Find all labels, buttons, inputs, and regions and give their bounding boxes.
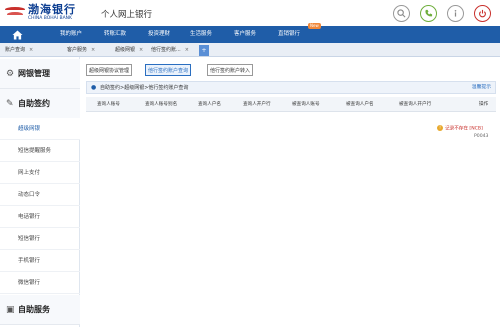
nav-my-account[interactable]: 我的账户 xyxy=(60,26,82,43)
tab-super-ebank[interactable]: 超级网银 × xyxy=(115,45,143,56)
logo-name-en: CHINA BOHAI BANK xyxy=(28,16,72,21)
header: 渤海银行 CHINA BOHAI BANK 个人网上银行 xyxy=(0,0,500,26)
close-icon[interactable]: × xyxy=(139,47,143,53)
subtab-other-bank-query[interactable]: 他行签约账户查询 xyxy=(145,64,192,76)
edit-icon: ✎ xyxy=(6,98,14,109)
tab-label: 超级网银 xyxy=(115,47,136,53)
sidebar-group-label: 自助签约 xyxy=(18,99,50,108)
info-icon[interactable] xyxy=(447,5,464,22)
close-icon[interactable]: × xyxy=(29,47,33,53)
nav-investment[interactable]: 投资理财 xyxy=(148,26,170,43)
sidebar-group-self-service[interactable]: ▣ 自助服务 xyxy=(0,295,80,325)
nav-customer-service[interactable]: 客户服务 xyxy=(234,26,256,43)
close-icon[interactable]: × xyxy=(185,47,189,53)
sidebar-item-sms-bank[interactable]: 短信银行 xyxy=(0,228,80,250)
column-header: 查询人户名 xyxy=(198,102,221,107)
location-pin-icon: ● xyxy=(91,84,97,91)
sidebar: ⚙ 网银管理 ✎ 自助签约 超级网银 短信提醒服务 网上支付 动态口令 电话银行… xyxy=(0,57,80,327)
breadcrumb: 自助签约>超级网银>他行签约账户查询 xyxy=(100,85,189,91)
gear-icon: ⚙ xyxy=(6,68,15,79)
sidebar-group-label: 网银管理 xyxy=(18,69,50,78)
nav-transfer[interactable]: 转账汇款 xyxy=(104,26,126,43)
warning-icon: ! xyxy=(437,125,443,131)
sidebar-item-mobile-bank[interactable]: 手机银行 xyxy=(0,250,80,272)
column-header: 查询人账号 xyxy=(97,102,120,107)
tab-label: 账户查询 xyxy=(5,47,26,53)
breadcrumb-bar: ● 自助签约>超级网银>他行签约账户查询 温馨提示 xyxy=(86,81,496,94)
sidebar-item-wechat-bank[interactable]: 微信银行 xyxy=(0,272,80,294)
new-badge: New xyxy=(308,23,321,29)
briefcase-icon: ▣ xyxy=(6,304,15,315)
page: 渤海银行 CHINA BOHAI BANK 个人网上银行 我的账户 转账汇款 投… xyxy=(0,0,500,327)
phone-icon[interactable] xyxy=(420,5,437,22)
tab-account-query[interactable]: 账户查询 × xyxy=(5,45,33,56)
error-text: 记录不存在 [NCB] xyxy=(445,126,483,132)
bank-logo[interactable]: 渤海银行 CHINA BOHAI BANK xyxy=(5,4,76,22)
open-tabs: 账户查询 × 客户服务 × 超级网银 × 他行签约账... × + xyxy=(0,43,500,57)
column-header: 被查询人账号 xyxy=(292,102,320,107)
tab-label: 他行签约账... xyxy=(151,47,181,53)
sidebar-group-self-signing[interactable]: ✎ 自助签约 xyxy=(0,89,80,119)
page-title: 个人网上银行 xyxy=(101,10,153,20)
column-header: 查询人账号别名 xyxy=(145,102,178,107)
logo-name: 渤海银行 xyxy=(28,3,76,16)
add-tab-button[interactable]: + xyxy=(199,45,209,56)
column-header: 被查询人开户行 xyxy=(399,102,432,107)
column-header: 操作 xyxy=(479,102,489,107)
home-icon[interactable] xyxy=(0,26,34,43)
main-nav: 我的账户 转账汇款 投资理财 生活服务 客户服务 直销银行 New xyxy=(0,23,500,43)
nav-direct-bank[interactable]: 直销银行 xyxy=(278,26,300,43)
table-header: 查询人账号 查询人账号别名 查询人户名 查询人开户行 被查询人账号 被查询人户名… xyxy=(86,97,496,112)
tab-label: 客户服务 xyxy=(67,47,88,53)
sidebar-item-sms-alert[interactable]: 短信提醒服务 xyxy=(0,140,80,162)
sidebar-item-super-ebank[interactable]: 超级网银 xyxy=(0,118,80,140)
tab-customer-service[interactable]: 客户服务 × xyxy=(67,45,95,56)
logo-mark-icon xyxy=(5,5,25,21)
search-icon[interactable] xyxy=(393,5,410,22)
tips-link[interactable]: 温馨提示 xyxy=(472,82,491,94)
error-code: P0043 xyxy=(474,134,489,139)
nav-life-services[interactable]: 生活服务 xyxy=(190,26,212,43)
tab-other-bank-account[interactable]: 他行签约账... × xyxy=(151,45,189,56)
subtab-agreement-management[interactable]: 超级网银协议管理 xyxy=(86,64,133,76)
subtab-other-bank-transfer-in[interactable]: 他行签约账户转入 xyxy=(207,64,254,76)
error-message: ! 记录不存在 [NCB] xyxy=(437,125,483,132)
column-header: 被查询人户名 xyxy=(346,102,374,107)
sidebar-item-phone-bank[interactable]: 电话银行 xyxy=(0,206,80,228)
sidebar-group-ebank-management[interactable]: ⚙ 网银管理 xyxy=(0,59,80,89)
sidebar-item-dynamic-password[interactable]: 动态口令 xyxy=(0,184,80,206)
sidebar-group-label: 自助服务 xyxy=(18,305,50,314)
sidebar-item-online-payment[interactable]: 网上支付 xyxy=(0,162,80,184)
power-icon[interactable] xyxy=(474,5,491,22)
close-icon[interactable]: × xyxy=(91,47,95,53)
column-header: 查询人开户行 xyxy=(243,102,271,107)
